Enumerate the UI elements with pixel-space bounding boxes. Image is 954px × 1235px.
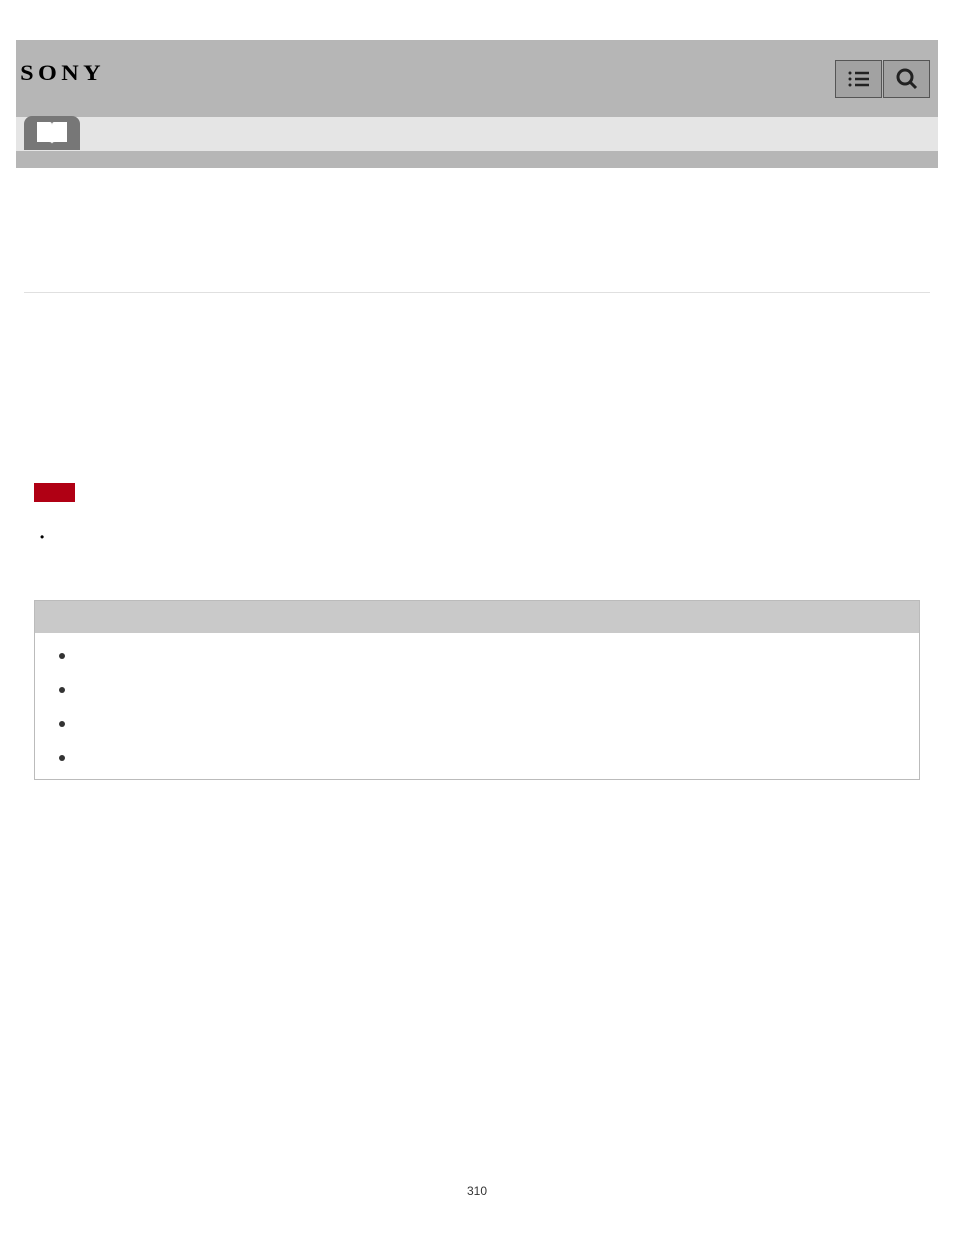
related-topic-header <box>35 601 919 633</box>
book-icon-container[interactable] <box>24 116 80 150</box>
page-number: 310 <box>24 1184 930 1198</box>
search-icon <box>895 67 919 91</box>
related-item[interactable] <box>59 653 895 659</box>
related-item[interactable] <box>59 687 895 693</box>
note-list <box>40 528 930 546</box>
book-icon <box>35 120 69 146</box>
note-badge: Note <box>34 483 75 502</box>
header-button-group <box>835 60 930 98</box>
related-item[interactable] <box>59 755 895 761</box>
sub-header <box>16 117 938 151</box>
gray-strip <box>16 151 938 168</box>
related-topic-box <box>34 600 920 780</box>
brand-logo: SONY <box>20 60 105 86</box>
note-item <box>40 528 930 546</box>
search-button[interactable] <box>883 60 930 98</box>
top-header: SONY <box>16 40 938 117</box>
related-item[interactable] <box>59 721 895 727</box>
related-topic-body <box>35 633 919 779</box>
list-icon <box>847 69 871 89</box>
list-button[interactable] <box>835 60 882 98</box>
